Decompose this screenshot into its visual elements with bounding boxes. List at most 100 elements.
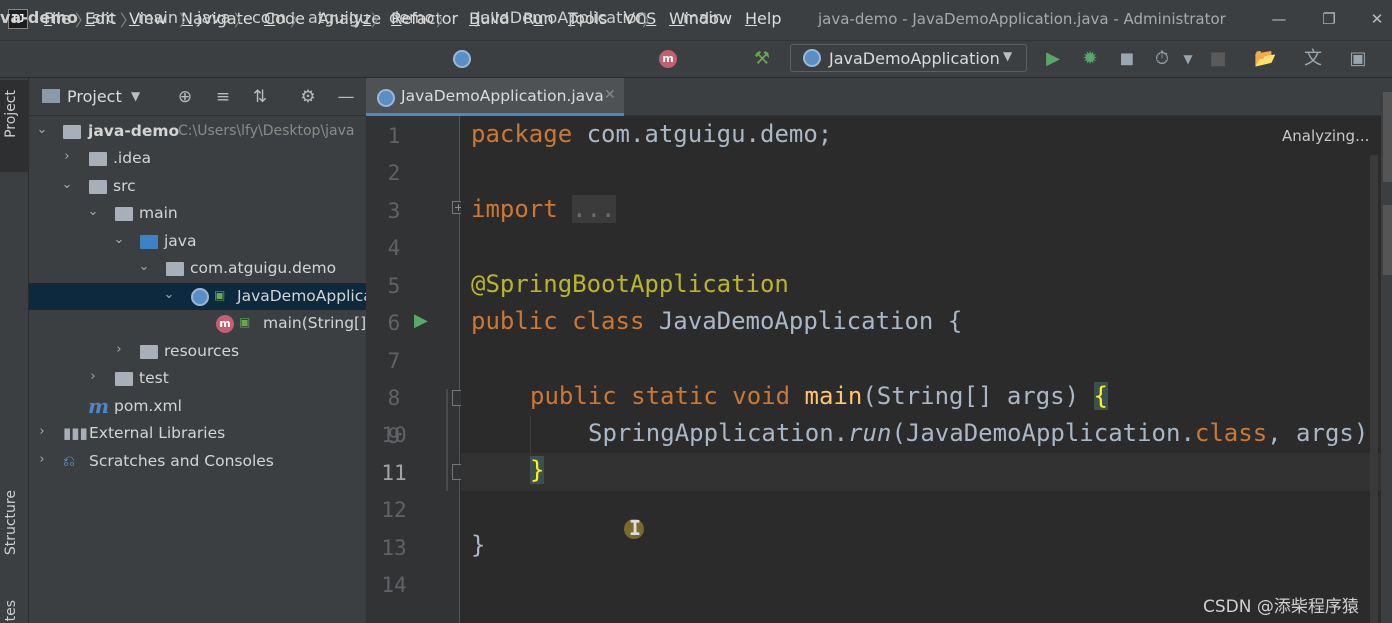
collapse-all-icon[interactable]: ⇅ (249, 86, 271, 108)
favorites-tool-tab[interactable]: tes (3, 600, 19, 621)
run-configuration-dropdown[interactable]: JavaDemoApplication ▼ (790, 44, 1027, 72)
tree-item-external-libraries[interactable]: › ▮▮▮ External Libraries (29, 420, 366, 447)
chevron-right-icon[interactable]: › (86, 369, 100, 384)
code-text: SpringApplication. (588, 419, 849, 447)
profiler-icon[interactable]: ⏱ (1151, 48, 1173, 70)
code-keyword: import (471, 195, 558, 223)
chevron-right-icon[interactable]: › (35, 452, 49, 467)
code-text: (JavaDemoApplication. (891, 419, 1195, 447)
method-icon: m (659, 50, 677, 68)
tree-item-method[interactable]: m ▣ main(String[]) (29, 310, 372, 337)
chevron-down-icon[interactable]: ⌄ (137, 259, 151, 274)
tree-item-class-selected[interactable]: ⌄ ▣ JavaDemoApplica (29, 283, 373, 310)
stop-icon[interactable]: ■ (1207, 48, 1229, 70)
code-line-6: @SpringBootApplication (471, 270, 789, 298)
chevron-right-icon: 〉 (234, 11, 251, 30)
breadcrumb-demo[interactable]: demo (389, 8, 434, 27)
chevron-right-icon: 〉 (290, 11, 307, 30)
tab-javademoapplication[interactable]: JavaDemoApplication.java ✕ (366, 78, 624, 116)
project-panel-title[interactable]: Project (67, 87, 122, 106)
spring-class-icon (191, 288, 209, 306)
expand-all-icon[interactable]: ≡ (212, 86, 234, 108)
code-function: main (804, 382, 863, 410)
breadcrumb-project[interactable]: va-demo (0, 8, 78, 27)
chevron-down-icon[interactable]: ⌄ (35, 122, 49, 137)
minimize-icon[interactable]: — (1264, 6, 1294, 32)
indent-guide (530, 416, 531, 454)
chevron-down-icon[interactable]: ⌄ (60, 177, 74, 192)
translate-icon[interactable]: 文 (1302, 48, 1324, 70)
package-icon (166, 262, 184, 276)
chevron-down-icon[interactable]: ▼ (131, 89, 140, 103)
line-number: 14 (381, 573, 407, 597)
breadcrumb-class[interactable]: JavaDemoApplication (476, 8, 647, 27)
chevron-right-icon: 〉 (179, 11, 196, 30)
tree-item-package[interactable]: ⌄ com.atguigu.demo (29, 255, 366, 282)
line-number: 13 (381, 536, 407, 560)
tree-item-scratches[interactable]: › ⎌ Scratches and Consoles (29, 448, 366, 475)
breadcrumb-method[interactable]: main (683, 8, 723, 27)
chevron-right-icon[interactable]: › (60, 149, 74, 164)
project-structure-icon[interactable]: 📂 (1254, 48, 1276, 70)
menu-help[interactable]: Help (745, 9, 781, 28)
line-number: 12 (381, 498, 407, 522)
code-line-3: import ... (471, 195, 616, 223)
module-folder-icon (63, 125, 81, 139)
database-tool-tab[interactable] (1383, 92, 1392, 182)
folder-icon (115, 207, 133, 221)
breadcrumb-src[interactable]: src (92, 8, 115, 27)
spring-class-icon (377, 89, 395, 107)
code-text: JavaDemoApplication { (644, 307, 963, 335)
matched-brace: { (1093, 382, 1108, 410)
editor-scrollbar[interactable] (1370, 155, 1378, 623)
libraries-icon: ▮▮▮ (63, 424, 88, 442)
breadcrumb-com[interactable]: com (252, 8, 286, 27)
breadcrumb-atguigu[interactable]: atguigu (308, 8, 369, 27)
tree-item-pom[interactable]: m pom.xml (29, 393, 366, 420)
chevron-right-icon[interactable]: › (35, 424, 49, 439)
resources-folder-icon (140, 345, 158, 359)
code-keyword: public class (471, 307, 645, 335)
lock-icon: ▣ (214, 288, 226, 302)
tree-item-java-demo[interactable]: ⌄ java-demo C:\Users\lfy\Desktop\java (29, 118, 366, 145)
tree-item-src[interactable]: ⌄ src (29, 173, 366, 200)
close-window-icon[interactable]: ✕ (1362, 6, 1392, 32)
maximize-icon[interactable]: ❐ (1314, 6, 1344, 32)
tree-item-java[interactable]: ⌄ java (29, 228, 366, 255)
maven-tool-tab[interactable] (1383, 205, 1392, 275)
coverage-icon[interactable]: ◼ (1116, 48, 1138, 70)
folded-imports[interactable]: ... (572, 195, 616, 223)
close-tab-icon[interactable]: ✕ (604, 87, 616, 103)
tree-item-idea[interactable]: › .idea (29, 145, 366, 172)
debug-bug-icon[interactable]: ✹ (1079, 48, 1101, 70)
chevron-right-icon: 〉 (436, 11, 453, 30)
tree-item-test[interactable]: › test (29, 365, 366, 392)
locate-target-icon[interactable]: ⊕ (174, 86, 196, 108)
run-icon[interactable]: ▶ (1042, 48, 1064, 70)
maven-icon: m (88, 394, 110, 418)
chevron-right-icon[interactable]: › (112, 342, 126, 357)
line-number: 2 (387, 161, 401, 185)
tree-item-main[interactable]: ⌄ main (29, 200, 366, 227)
chevron-down-icon[interactable]: ⌄ (162, 287, 176, 302)
project-panel-header: Project ▼ ⊕ ≡ ⇅ ⚙ — (29, 78, 366, 116)
run-gutter-icon[interactable]: ▶ (414, 310, 428, 331)
gear-icon[interactable]: ⚙ (297, 86, 319, 108)
project-tool-tab[interactable]: Project (3, 90, 19, 138)
chevron-down-icon[interactable]: ⌄ (112, 232, 126, 247)
tree-label: main(String[]) (263, 314, 373, 332)
tree-label: Scratches and Consoles (89, 452, 274, 470)
hide-panel-icon[interactable]: — (335, 86, 357, 108)
presentation-icon[interactable]: ▣ (1347, 48, 1369, 70)
tree-item-resources[interactable]: › resources (29, 338, 366, 365)
code-editor[interactable] (461, 116, 1392, 623)
structure-tool-tab[interactable]: Structure (3, 490, 19, 555)
breadcrumb-java[interactable]: java (197, 8, 231, 27)
chevron-down-icon[interactable]: ⌄ (86, 204, 100, 219)
breadcrumb-main[interactable]: main (138, 8, 178, 27)
spring-class-icon (453, 50, 471, 68)
code-line-1: package com.atguigu.demo; (471, 120, 832, 148)
chevron-down-icon[interactable]: ▼ (1177, 48, 1199, 70)
code-static-call: run (848, 419, 892, 447)
build-hammer-icon[interactable]: ⚒ (751, 48, 773, 70)
